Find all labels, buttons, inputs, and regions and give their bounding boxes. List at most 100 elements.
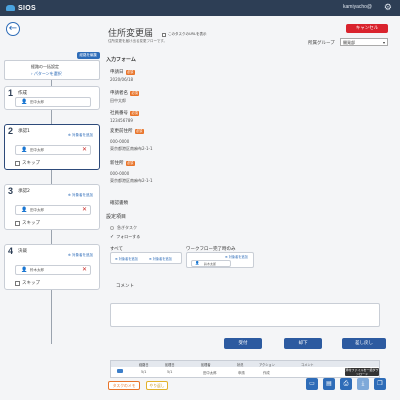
history-col-process-date: 処理日 — [165, 363, 175, 367]
field-value-new-zip: 000-0000 — [110, 171, 130, 176]
step-person: 👤 田中太郎 — [15, 97, 91, 107]
copy-icon: ❐ — [377, 380, 383, 387]
comment-icon: ▭ — [309, 380, 315, 387]
send-back-button[interactable]: 差し戻し — [342, 338, 386, 349]
page-title: 住所変更届 — [108, 29, 154, 39]
edit-route-button[interactable]: 経路を編集 — [76, 52, 100, 59]
step-number: 4 — [8, 246, 14, 256]
back-button[interactable]: ← — [6, 22, 20, 36]
user-icon: 👤 — [195, 261, 200, 265]
step-person: 👤 田中太郎 ✕ — [15, 145, 91, 155]
step-name: 承認1 — [18, 129, 30, 134]
skip-checkbox[interactable]: スキップ — [15, 220, 40, 226]
add-person-link[interactable]: ⊕ 対象者を追加 — [225, 254, 248, 259]
arrow-left-icon: ← — [8, 23, 18, 34]
field-value-new-address: 東京都港区南麻布2-1-1 — [110, 178, 153, 183]
remove-person-icon[interactable]: ✕ — [82, 206, 87, 213]
checkbox-icon — [162, 32, 166, 37]
urgent-task-option[interactable]: 急ぎタスク — [110, 225, 137, 231]
required-badge: 必須 — [125, 160, 135, 166]
history-table: 経路日 処理日 処理者 状況 アクション コメント 5/1 5/1 田中太郎 申… — [110, 360, 380, 378]
show-url-checkbox[interactable]: このタスクのURLを表示 — [162, 32, 206, 37]
field-label-new-address: 新住所 必須 — [110, 160, 135, 166]
history-action: 作成 — [263, 371, 270, 375]
remove-person-icon[interactable]: ✕ — [82, 146, 87, 153]
skip-checkbox[interactable]: スキップ — [15, 160, 40, 166]
step-name: 作成 — [18, 91, 27, 96]
required-badge: 必須 — [130, 90, 140, 96]
flow-end-person: 👤 鈴木太郎 — [191, 260, 231, 267]
checkbox-icon — [15, 280, 20, 286]
field-value-date: 2020/06/18 — [110, 77, 134, 82]
route-common-settings: 経路の一括設定 › パターンを選択 — [4, 60, 100, 80]
flow-step-2[interactable]: 2 承認1 ⊕ 対象者を追加 👤 田中太郎 ✕ スキップ — [4, 124, 100, 170]
comment-label: コメント — [116, 284, 134, 289]
group-select[interactable]: 開発部 ▾ — [340, 38, 388, 46]
flow-end-box: ⊕ 対象者を追加 👤 鈴木太郎 — [186, 252, 254, 268]
document-button[interactable]: ▤ — [323, 378, 335, 390]
required-badge: 必須 — [130, 110, 140, 116]
flow-step-4[interactable]: 4 決裁 ⊕ 対象者を追加 👤 鈴木太郎 ✕ スキップ — [4, 244, 100, 290]
history-col-action: アクション — [259, 363, 275, 367]
user-icon: 👤 — [21, 99, 28, 105]
add-person-link[interactable]: ⊕ 対象者を追加 — [68, 133, 93, 138]
step-person: 👤 鈴木太郎 ✕ — [15, 265, 91, 275]
form-section-title: 入力フォーム — [106, 57, 136, 63]
field-value-employee-no: 123456789 — [110, 118, 133, 123]
reject-button[interactable]: 却下 — [284, 338, 322, 349]
main-content: 住所変更届 このタスクのURLを表示 住所変更を届け出る変更フローです。 キャン… — [104, 16, 400, 400]
checkbox-icon — [15, 220, 20, 226]
history-header — [111, 361, 379, 367]
flow-step-3[interactable]: 3 承認2 ⊕ 対象者を追加 👤 田中太郎 ✕ スキップ — [4, 184, 100, 230]
field-label-date: 申請日 必須 — [110, 69, 135, 75]
checkmark-icon: ✓ — [110, 234, 115, 240]
comment-textarea[interactable] — [110, 303, 380, 327]
field-label-employee-no: 社員番号 必須 — [110, 110, 140, 116]
person-name: 田中太郎 — [30, 100, 44, 104]
add-person-link[interactable]: ⊕ 対象者を追加 — [68, 253, 93, 258]
copy-button[interactable]: ❐ — [374, 378, 386, 390]
comment-button[interactable]: ▭ — [306, 378, 318, 390]
group-label: 所属グループ — [308, 41, 335, 46]
add-person-link[interactable]: ⊕ 対象者を追加 — [115, 256, 138, 261]
history-col-status: 状況 — [237, 363, 244, 367]
select-pattern-link[interactable]: › パターンを選択 — [31, 71, 62, 77]
person-name: 田中太郎 — [30, 208, 44, 212]
flow-panel: 経路を編集 経路の一括設定 › パターンを選択 1 作成 👤 田中太郎 2 承認… — [4, 52, 100, 372]
gear-icon[interactable]: ⚙ — [384, 2, 392, 14]
remove-person-icon[interactable]: ✕ — [82, 266, 87, 273]
follow-option[interactable]: ✓ フォローする — [110, 234, 140, 240]
skip-checkbox[interactable]: スキップ — [15, 280, 40, 286]
field-value-old-address: 東京都港区南麻布2-1-1 — [110, 146, 153, 151]
history-processor: 田中太郎 — [203, 371, 217, 375]
radio-icon — [110, 226, 114, 230]
add-person-link[interactable]: ⊕ 対象者を追加 — [68, 193, 93, 198]
attachments-label: 確認書類 — [110, 201, 128, 206]
add-group-link[interactable]: ⊕ 対象者を追加 — [149, 256, 172, 261]
person-name: 鈴木太郎 — [30, 268, 44, 272]
step-name: 承認2 — [18, 189, 30, 194]
flow-step-1[interactable]: 1 作成 👤 田中太郎 — [4, 86, 100, 110]
yarikake-button[interactable]: やり返し — [146, 381, 168, 390]
required-badge: 必須 — [125, 69, 135, 75]
page-description: 住所変更を届け出る変更フローです。 — [108, 39, 167, 43]
cancel-button[interactable]: キャンセル — [346, 24, 388, 33]
history-col-processor: 処理者 — [201, 363, 211, 367]
brand-logo[interactable]: SIOS — [6, 5, 36, 12]
field-value-applicant: 田中太郎 — [110, 98, 126, 103]
history-process-date: 5/1 — [167, 370, 173, 374]
user-name[interactable]: kamiyacho@ — [343, 4, 372, 10]
user-icon: 👤 — [21, 267, 28, 273]
history-route-date: 5/1 — [141, 370, 147, 374]
history-status: 申請 — [238, 371, 245, 375]
notify-all-box: ⊕ 対象者を追加 ⊕ 対象者を追加 — [110, 252, 182, 264]
required-badge: 必須 — [134, 128, 144, 134]
download-button[interactable]: ⤓ — [357, 378, 369, 390]
folder-icon[interactable] — [117, 369, 123, 373]
history-col-route-date: 経路日 — [139, 363, 149, 367]
accept-button[interactable]: 受付 — [224, 338, 262, 349]
print-button[interactable]: ⎙ — [340, 378, 352, 390]
step-number: 3 — [8, 186, 14, 196]
top-bar: SIOS kamiyacho@ ⚙ — [0, 0, 400, 16]
task-memo-button[interactable]: タスクのメモ — [108, 381, 140, 390]
